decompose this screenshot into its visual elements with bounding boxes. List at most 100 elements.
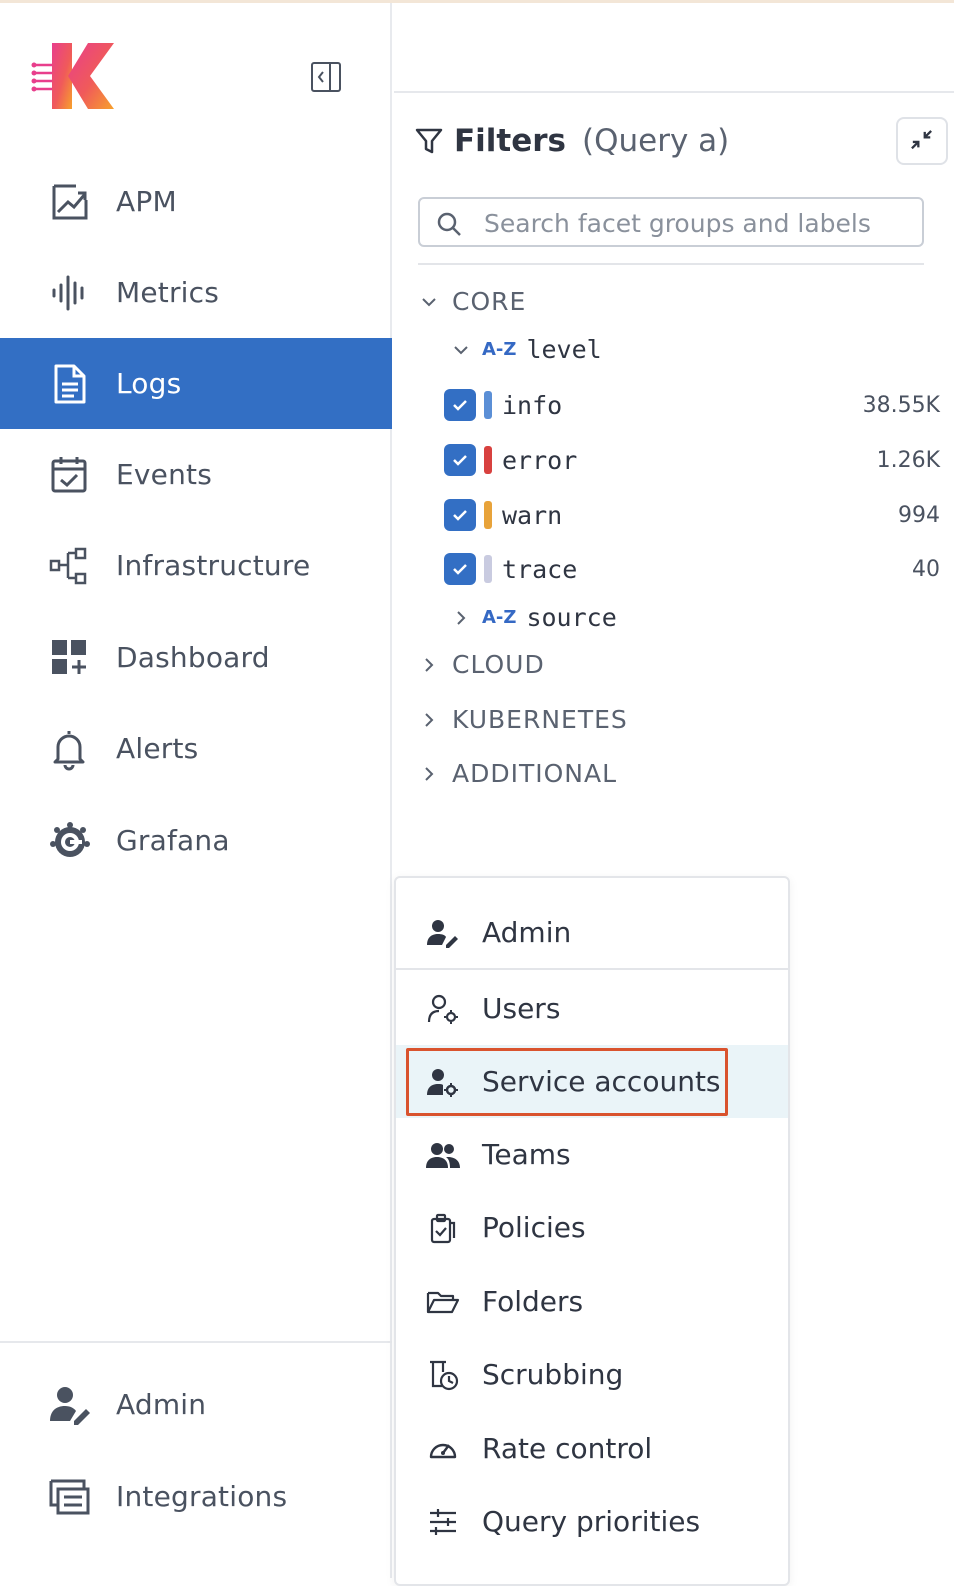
service-account-icon — [427, 1068, 458, 1097]
group-cloud[interactable]: CLOUD — [418, 650, 545, 679]
sidebar-item-metrics[interactable]: Metrics — [0, 247, 392, 338]
facet-value-name: warn — [502, 500, 563, 530]
admin-menu-header-label: Admin — [482, 916, 572, 949]
level-color-swatch — [484, 391, 492, 419]
facet-value-count: 40 — [912, 556, 940, 582]
collapse-sidebar-icon[interactable] — [310, 61, 342, 93]
app-logo-icon[interactable] — [30, 43, 116, 109]
integrations-icon — [49, 1479, 90, 1514]
infrastructure-tree-icon — [49, 547, 87, 584]
group-label: ADDITIONAL — [452, 759, 618, 788]
group-additional[interactable]: ADDITIONAL — [418, 759, 617, 788]
grafana-icon — [50, 821, 90, 857]
checkbox-checked[interactable] — [444, 389, 476, 421]
gauge-icon — [429, 1443, 457, 1458]
logs-document-icon — [54, 364, 86, 403]
chevron-right-icon — [457, 610, 466, 625]
sidebar-item-grafana[interactable]: Grafana — [0, 795, 392, 886]
sidebar-item-alerts[interactable]: Alerts — [0, 703, 392, 794]
facet-label: level — [526, 335, 602, 364]
sidebar: APM Metrics Logs Events Infrastructure D… — [0, 3, 392, 1578]
menu-item-teams[interactable]: Teams — [396, 1118, 788, 1191]
user-edit-icon — [427, 919, 458, 948]
sidebar-item-label: Admin — [116, 1388, 207, 1421]
sidebar-item-label: Logs — [116, 367, 182, 400]
sidebar-item-events[interactable]: Events — [0, 429, 392, 520]
admin-menu-header: Admin — [396, 878, 788, 970]
group-core[interactable]: CORE — [418, 287, 526, 316]
facet-search-input[interactable] — [484, 205, 914, 241]
checkmark-icon — [453, 455, 467, 466]
facet-value-name: trace — [502, 554, 578, 584]
metrics-waveform-icon — [52, 275, 84, 310]
facet-value-count: 38.55K — [862, 392, 940, 418]
menu-item-policies[interactable]: Policies — [396, 1191, 788, 1264]
sidebar-item-integrations[interactable]: Integrations — [0, 1451, 392, 1542]
apm-chart-icon — [52, 184, 88, 219]
chevron-down-icon — [454, 345, 468, 354]
menu-item-users[interactable]: Users — [396, 972, 788, 1045]
facet-source[interactable]: A-Z source — [450, 603, 617, 632]
sidebar-item-label: Alerts — [116, 732, 199, 765]
search-icon — [437, 212, 461, 236]
sidebar-item-label: Integrations — [116, 1480, 288, 1513]
group-label: KUBERNETES — [452, 705, 628, 734]
facet-value-count: 1.26K — [876, 447, 940, 473]
admin-menu-title: Admin — [396, 896, 788, 969]
filters-divider — [418, 263, 924, 265]
bell-icon — [53, 730, 85, 770]
menu-item-label: Service accounts — [482, 1065, 721, 1098]
menu-item-label: Users — [482, 992, 561, 1025]
sidebar-item-logs[interactable]: Logs — [0, 338, 392, 429]
minimize-arrows-icon — [911, 130, 932, 150]
policies-clipboard-icon — [430, 1213, 456, 1243]
menu-item-query-priorities[interactable]: Query priorities — [396, 1485, 788, 1558]
group-label: CLOUD — [452, 650, 545, 679]
facet-value-error[interactable]: error 1.26K — [444, 440, 944, 480]
level-color-swatch — [484, 446, 492, 474]
filters-heading: Filters — [454, 123, 567, 159]
sidebar-item-dashboard[interactable]: Dashboard — [0, 612, 392, 703]
sidebar-divider — [0, 1341, 392, 1343]
top-header-bar — [394, 3, 954, 93]
folder-open-icon — [426, 1291, 460, 1313]
facet-value-info[interactable]: info 38.55K — [444, 385, 944, 425]
dashboard-grid-icon — [52, 639, 86, 674]
user-edit-icon — [50, 1386, 90, 1425]
chevron-right-icon — [425, 657, 434, 672]
checkmark-icon — [453, 564, 467, 575]
group-label: CORE — [452, 287, 527, 316]
checkbox-checked[interactable] — [444, 553, 476, 585]
sidebar-item-label: Events — [116, 458, 213, 491]
menu-item-label: Scrubbing — [482, 1358, 624, 1391]
facet-search-box[interactable] — [418, 197, 924, 247]
menu-item-rate-control[interactable]: Rate control — [396, 1412, 788, 1485]
level-color-swatch — [484, 555, 492, 583]
user-gear-icon — [427, 994, 458, 1024]
sidebar-item-admin[interactable]: Admin — [0, 1359, 392, 1450]
facet-value-trace[interactable]: trace 40 — [444, 549, 944, 589]
collapse-filters-button[interactable] — [896, 117, 948, 165]
menu-item-label: Policies — [482, 1211, 586, 1244]
facet-level[interactable]: A-Z level — [450, 335, 602, 364]
chevron-right-icon — [425, 712, 434, 727]
sidebar-item-infrastructure[interactable]: Infrastructure — [0, 520, 392, 611]
sidebar-item-apm[interactable]: APM — [0, 156, 392, 247]
facet-value-name: error — [502, 445, 578, 475]
admin-popup-menu: Admin Users Service accounts Teams Polic… — [394, 876, 790, 1586]
checkbox-checked[interactable] — [444, 499, 476, 531]
menu-item-folders[interactable]: Folders — [396, 1265, 788, 1338]
chevron-down-icon — [422, 297, 436, 306]
menu-item-label: Teams — [482, 1138, 571, 1171]
menu-item-service-accounts[interactable]: Service accounts — [396, 1045, 788, 1118]
checkmark-icon — [453, 510, 467, 521]
level-color-swatch — [484, 501, 492, 529]
facet-value-warn[interactable]: warn 994 — [444, 495, 944, 535]
checkbox-checked[interactable] — [444, 444, 476, 476]
string-type-badge: A-Z — [482, 339, 517, 360]
menu-item-scrubbing[interactable]: Scrubbing — [396, 1338, 788, 1411]
group-kubernetes[interactable]: KUBERNETES — [418, 705, 628, 734]
sidebar-item-label: Grafana — [116, 824, 230, 857]
menu-item-label: Query priorities — [482, 1505, 701, 1538]
facet-value-count: 994 — [898, 502, 940, 528]
